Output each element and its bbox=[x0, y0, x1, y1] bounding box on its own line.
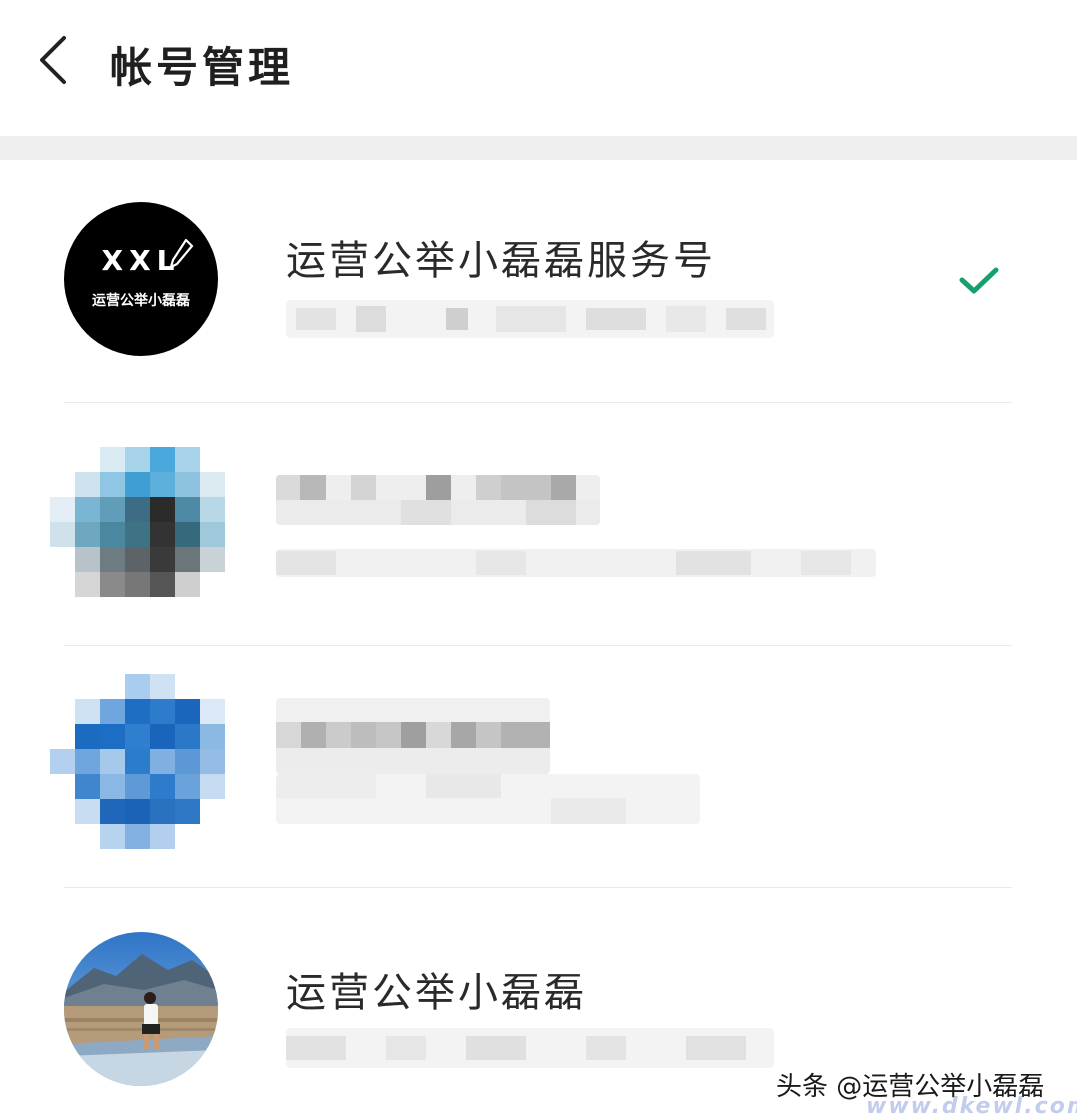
redacted-account-id bbox=[286, 1028, 774, 1068]
redacted-account-id bbox=[286, 300, 774, 338]
chevron-left-icon bbox=[40, 36, 66, 84]
page-title: 帐号管理 bbox=[110, 43, 295, 92]
logo-mark-text: XXL bbox=[101, 244, 181, 277]
avatar-redacted bbox=[50, 447, 225, 622]
top-bar: 帐号管理 bbox=[0, 0, 1077, 136]
redacted-account-id bbox=[276, 549, 876, 577]
redacted-account-name bbox=[276, 698, 550, 774]
logo-subtitle: 运营公举小磊磊 bbox=[92, 293, 190, 309]
avatar-logo: XXL 运营公举小磊磊 bbox=[64, 202, 218, 356]
avatar-redacted bbox=[50, 674, 225, 849]
section-separator bbox=[0, 136, 1077, 160]
account-item-service[interactable]: XXL 运营公举小磊磊 运营公举小磊磊服务号 bbox=[0, 160, 1077, 403]
account-item-3[interactable] bbox=[0, 646, 1077, 889]
check-icon bbox=[959, 267, 999, 294]
account-name: 运营公举小磊磊 bbox=[286, 970, 587, 1016]
avatar-photo bbox=[64, 932, 218, 1086]
account-management-page: 帐号管理 XXL 运营公举小磊磊 运营公举小磊磊服务号 运营公举小磊磊 头条 @… bbox=[0, 0, 1077, 1120]
account-name: 运营公举小磊磊服务号 bbox=[286, 238, 716, 284]
account-item-2[interactable] bbox=[0, 403, 1077, 646]
site-watermark: www.dkewl.com bbox=[866, 1094, 1077, 1119]
redacted-account-name bbox=[276, 475, 600, 525]
pen-icon bbox=[169, 238, 194, 269]
back-button[interactable] bbox=[28, 30, 88, 90]
redacted-account-id bbox=[276, 774, 700, 824]
landscape-photo bbox=[64, 932, 218, 1086]
